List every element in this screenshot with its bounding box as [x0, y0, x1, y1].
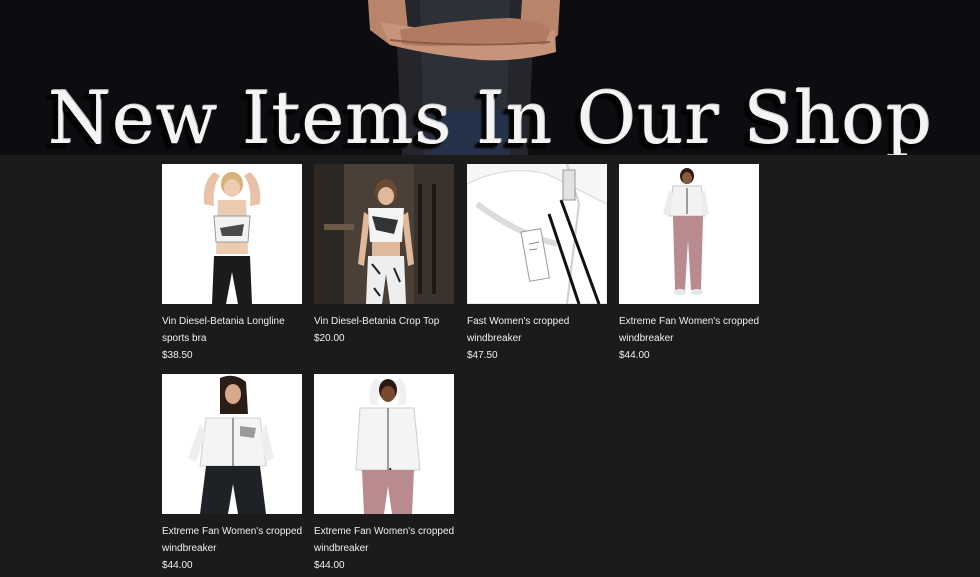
hero-title: New Items In Our Shop: [47, 76, 933, 155]
product-price: $38.50: [162, 350, 193, 361]
product-image[interactable]: [619, 164, 759, 304]
product-image[interactable]: [162, 374, 302, 514]
product-name[interactable]: Vin Diesel-Betania Crop Top: [314, 313, 462, 330]
product-name[interactable]: Vin Diesel-Betania Longline sports bra: [162, 313, 310, 347]
product-name[interactable]: Fast Women's cropped windbreaker: [467, 313, 615, 347]
product-image[interactable]: [467, 164, 607, 304]
product-card[interactable]: Vin Diesel-Betania Crop Top $20.00: [314, 164, 464, 347]
product-price: $20.00: [314, 333, 345, 344]
product-price: $47.50: [467, 350, 498, 361]
product-card[interactable]: Extreme Fan Women's cropped windbreaker …: [162, 374, 312, 574]
product-name[interactable]: Extreme Fan Women's cropped windbreaker: [162, 523, 310, 557]
product-card[interactable]: Extreme Fan Women's cropped windbreaker …: [314, 374, 464, 574]
product-name[interactable]: Extreme Fan Women's cropped windbreaker: [619, 313, 767, 347]
hero-banner: New Items In Our Shop: [0, 0, 980, 155]
product-card[interactable]: Fast Women's cropped windbreaker $47.50: [467, 164, 617, 364]
product-card[interactable]: Vin Diesel-Betania Longline sports bra $…: [162, 164, 312, 364]
product-price: $44.00: [314, 560, 345, 571]
product-price: $44.00: [619, 350, 650, 361]
product-price: $44.00: [162, 560, 193, 571]
product-name[interactable]: Extreme Fan Women's cropped windbreaker: [314, 523, 462, 557]
product-image[interactable]: [314, 374, 454, 514]
product-card[interactable]: Extreme Fan Women's cropped windbreaker …: [619, 164, 769, 364]
product-image[interactable]: [314, 164, 454, 304]
product-image[interactable]: [162, 164, 302, 304]
shop-page: New Items In Our Shop Vin Diesel-Betania…: [0, 0, 980, 577]
